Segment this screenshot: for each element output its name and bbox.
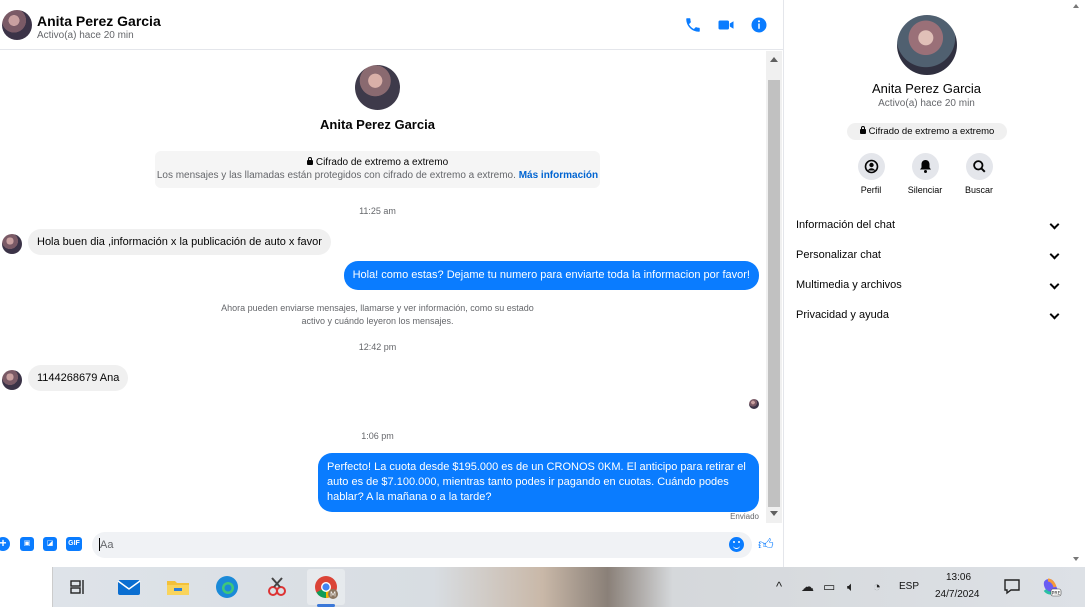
timestamp: 11:25 am bbox=[359, 206, 396, 216]
chevron-down-icon bbox=[1049, 219, 1060, 230]
edge-icon[interactable] bbox=[214, 574, 240, 600]
section-customize-chat[interactable]: Personalizar chat bbox=[796, 249, 1060, 267]
battery-icon[interactable]: ▭ bbox=[823, 579, 835, 595]
e2e-notice: Cifrado de extremo a extremo Los mensaje… bbox=[155, 151, 600, 188]
seen-indicator bbox=[749, 399, 759, 409]
outgoing-message[interactable]: Perfecto! La cuota desde $195.000 es de … bbox=[318, 453, 759, 512]
scroll-thumb[interactable] bbox=[768, 80, 780, 507]
file-explorer-icon[interactable] bbox=[165, 574, 191, 600]
photo-icon[interactable]: ▣ bbox=[20, 537, 34, 551]
side-contact-name: Anita Perez Garcia bbox=[871, 81, 982, 96]
thumbs-up-icon[interactable]: 👍︎ bbox=[758, 537, 774, 552]
clock-time[interactable]: 13:06 bbox=[946, 572, 971, 583]
e2e-description: Los mensajes y las llamadas están proteg… bbox=[156, 170, 516, 181]
outgoing-message[interactable]: Hola! como estas? Dejame tu numero para … bbox=[343, 261, 759, 290]
chat-panel: Anita Perez Garcia Activo(a) hace 20 min… bbox=[0, 0, 783, 567]
timestamp: 12:42 pm bbox=[358, 342, 397, 352]
search-icon bbox=[965, 153, 993, 180]
onedrive-icon[interactable]: ☁︎ bbox=[801, 579, 814, 595]
intro-name: Anita Perez Garcia bbox=[320, 117, 435, 132]
scroll-up-icon[interactable] bbox=[770, 57, 778, 62]
side-contact-status: Activo(a) hace 20 min bbox=[878, 98, 975, 109]
section-chat-info[interactable]: Información del chat bbox=[796, 219, 1060, 237]
svg-text:M: M bbox=[330, 591, 336, 599]
e2e-title: Cifrado de extremo a extremo bbox=[315, 157, 449, 168]
chat-scrollbar[interactable] bbox=[766, 51, 782, 523]
notification-icon[interactable] bbox=[1003, 578, 1021, 596]
mail-icon[interactable] bbox=[116, 574, 142, 600]
scroll-down-icon[interactable] bbox=[770, 511, 778, 516]
lock-icon bbox=[859, 126, 866, 134]
chevron-down-icon bbox=[1049, 249, 1060, 260]
sticker-icon[interactable]: ◪ bbox=[43, 537, 57, 551]
contact-name[interactable]: Anita Perez Garcia bbox=[37, 13, 161, 29]
sent-status: Enviado bbox=[730, 512, 759, 521]
profile-button[interactable]: Perfil bbox=[846, 153, 896, 195]
section-privacy-help[interactable]: Privacidad y ayuda bbox=[796, 309, 1060, 327]
mute-button[interactable]: Silenciar bbox=[900, 153, 950, 195]
contact-status: Activo(a) hace 20 min bbox=[37, 30, 134, 41]
snipping-tool-icon[interactable] bbox=[264, 574, 290, 600]
emoji-icon[interactable] bbox=[729, 537, 744, 552]
avatar[interactable] bbox=[2, 370, 22, 390]
screen: Anita Perez Garcia Activo(a) hace 20 min… bbox=[0, 0, 1085, 607]
info-icon[interactable] bbox=[750, 16, 768, 34]
composer: + ▣ ◪ GIF Aa 👍︎ bbox=[0, 530, 783, 560]
video-call-icon[interactable] bbox=[717, 16, 735, 34]
message-placeholder: Aa bbox=[100, 539, 114, 551]
gif-icon[interactable]: GIF bbox=[66, 537, 82, 551]
svg-text:PRE: PRE bbox=[1052, 591, 1061, 597]
incoming-message[interactable]: Hola buen dia ,información x la publicac… bbox=[28, 229, 331, 255]
chevron-down-icon bbox=[1049, 279, 1060, 290]
avatar[interactable] bbox=[2, 234, 22, 254]
message-input[interactable]: Aa bbox=[92, 532, 752, 558]
profile-icon bbox=[857, 153, 885, 180]
scroll-down-icon[interactable] bbox=[1073, 557, 1079, 561]
task-view-icon[interactable] bbox=[66, 574, 92, 600]
taskbar: M ^ ☁︎ ▭ 🔈︎ ◔ ESP 13:06 24/7/2024 PRE bbox=[0, 567, 1085, 607]
copilot-icon[interactable]: PRE bbox=[1040, 576, 1062, 598]
chevron-down-icon bbox=[1049, 309, 1060, 320]
clock-date[interactable]: 24/7/2024 bbox=[935, 589, 980, 600]
more-info-link[interactable]: Más información bbox=[519, 170, 598, 181]
chat-header: Anita Perez Garcia Activo(a) hace 20 min bbox=[0, 0, 783, 50]
chevron-up-icon[interactable]: ^ bbox=[776, 579, 782, 594]
plus-icon[interactable]: + bbox=[0, 537, 10, 551]
language-indicator[interactable]: ESP bbox=[899, 581, 919, 592]
scroll-up-icon[interactable] bbox=[1073, 4, 1079, 8]
lock-icon bbox=[306, 157, 313, 165]
search-button[interactable]: Buscar bbox=[954, 153, 1004, 195]
side-e2e-badge[interactable]: Cifrado de extremo a extremo bbox=[847, 123, 1007, 140]
speaker-icon[interactable]: 🔈︎ bbox=[847, 579, 855, 595]
phone-icon[interactable] bbox=[684, 16, 702, 34]
incoming-message[interactable]: 1144268679 Ana bbox=[28, 365, 129, 391]
bell-icon bbox=[911, 153, 939, 180]
section-media-files[interactable]: Multimedia y archivos bbox=[796, 279, 1060, 297]
avatar[interactable] bbox=[2, 10, 32, 40]
timestamp: 1:06 pm bbox=[361, 431, 394, 441]
connection-note: Ahora pueden enviarse mensajes, llamarse… bbox=[221, 303, 534, 326]
taskbar-search-area[interactable] bbox=[0, 567, 53, 607]
chat-info-panel: Anita Perez Garcia Activo(a) hace 20 min… bbox=[783, 0, 1085, 567]
wifi-icon[interactable]: ◔ bbox=[873, 579, 881, 594]
chrome-icon[interactable]: M bbox=[313, 574, 339, 600]
avatar[interactable] bbox=[897, 15, 957, 75]
side-scrollbar[interactable] bbox=[1068, 0, 1085, 567]
intro-avatar[interactable] bbox=[355, 65, 400, 110]
